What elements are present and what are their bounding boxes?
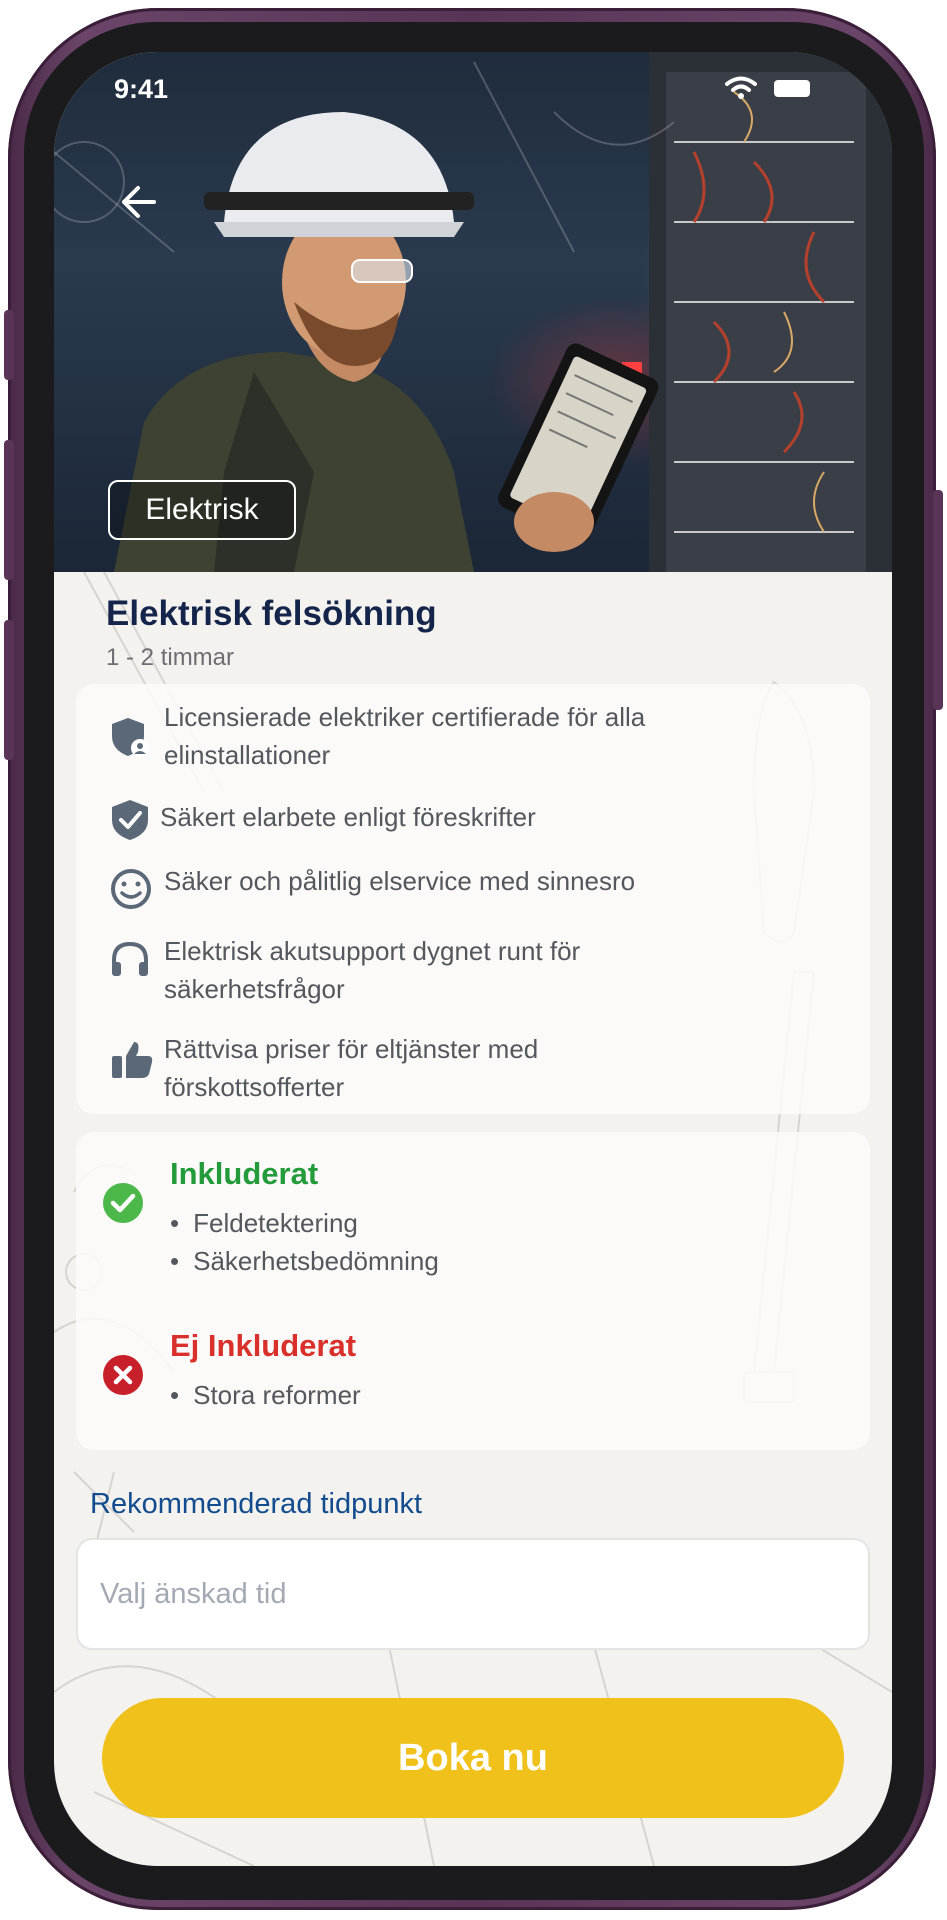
not-included-item: Stora reformer <box>170 1380 361 1411</box>
feature-item: Licensierade elektriker certifierade för… <box>76 698 806 778</box>
app-screen: 9:41 Elektrisk Elektrisk felsökning 1 - … <box>54 52 892 1866</box>
volume-up-button <box>4 440 14 580</box>
feature-text: Elektrisk akutsupport dygnet runt för sä… <box>164 936 581 1004</box>
book-now-button[interactable]: Boka nu <box>102 1698 844 1818</box>
silent-switch <box>4 310 14 380</box>
thumbs-up-icon <box>110 1040 154 1084</box>
time-picker-input[interactable] <box>76 1538 870 1650</box>
included-item: Säkerhetsbedömning <box>170 1246 439 1277</box>
feature-text: Licensierade elektriker certifierade för… <box>164 702 646 770</box>
back-button[interactable] <box>110 172 170 232</box>
feature-text: Säker och pålitlig elservice med sinnesr… <box>164 866 636 896</box>
included-title: Inkluderat <box>170 1156 319 1191</box>
battery-icon <box>774 80 810 97</box>
feature-item: Säkert elarbete enligt föreskrifter <box>76 794 806 844</box>
volume-down-button <box>4 620 14 760</box>
feature-text: Säkert elarbete enligt föreskrifter <box>160 802 536 832</box>
feature-item: Rättvisa priser för eltjänster med försk… <box>76 1030 806 1110</box>
status-bar: 9:41 <box>54 52 892 122</box>
included-item: Feldetektering <box>170 1208 358 1239</box>
power-button <box>933 490 943 710</box>
shield-person-icon <box>110 716 150 762</box>
category-tag: Elektrisk <box>108 480 296 540</box>
features-card: Licensierade elektriker certifierade för… <box>76 684 870 1114</box>
feature-item: Elektrisk akutsupport dygnet runt för sä… <box>76 932 806 1012</box>
headset-icon <box>110 940 150 984</box>
service-duration: 1 - 2 timmar <box>106 644 235 671</box>
not-included-title: Ej Inkluderat <box>170 1328 357 1363</box>
check-circle-icon <box>102 1182 144 1228</box>
status-time: 9:41 <box>114 74 169 104</box>
recommended-time-label: Rekommenderad tidpunkt <box>90 1488 423 1520</box>
feature-text: Rättvisa priser för eltjänster med försk… <box>164 1034 539 1102</box>
cross-circle-icon <box>102 1354 144 1400</box>
arrow-left-icon <box>122 186 156 218</box>
wifi-icon <box>724 76 758 104</box>
shield-check-icon <box>110 798 150 846</box>
smiley-icon <box>110 868 152 914</box>
service-title: Elektrisk felsökning <box>106 594 437 633</box>
inclusions-card: Inkluderat Feldetektering Säkerhetsbedöm… <box>76 1132 870 1450</box>
feature-item: Säker och pålitlig elservice med sinnesr… <box>76 862 806 912</box>
